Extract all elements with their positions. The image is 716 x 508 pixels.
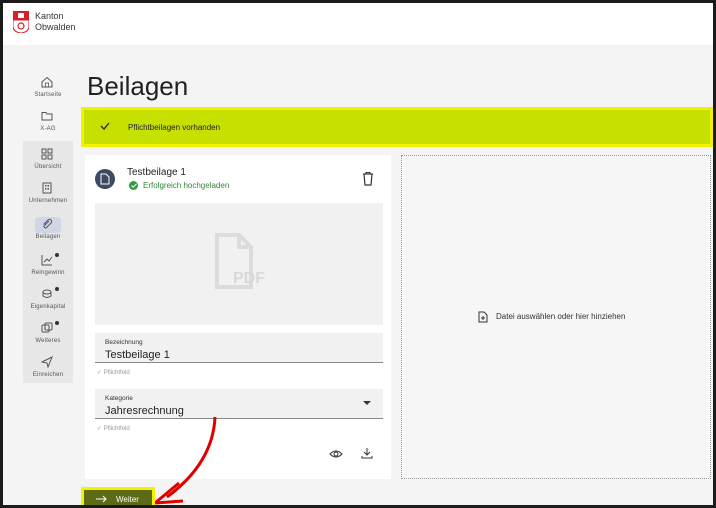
file-dropzone[interactable]: Datei auswählen oder hier hinziehen [401,155,711,479]
sidebar-item-label: Einreichen [32,372,64,378]
eye-icon[interactable] [329,449,343,459]
category-select[interactable]: Kategorie Jahresrechnung [95,389,383,419]
top-bar: Kanton Obwalden [3,3,713,45]
sidebar-item-label: Übersicht [34,164,62,170]
sidebar-item-reingewinn[interactable]: Reingewinn [23,251,73,285]
status-dot [55,287,59,291]
canton-line-2: Obwalden [35,22,76,32]
chart-icon [35,253,61,269]
building-icon [35,181,61,197]
name-field[interactable]: Bezeichnung Testbeilage 1 [95,333,383,363]
sidebar-item-label: Eigenkapital [30,304,66,310]
attachment-card: Testbeilage 1 Erfolgreich hochgeladen PD… [85,155,391,479]
sidebar-item-x-ag[interactable]: X-AG [23,107,73,141]
sidebar-item-uebersicht[interactable]: Übersicht [23,145,73,179]
hint-text: Pflichtfeld [103,370,130,376]
status-dot [55,321,59,325]
caret-down-icon [363,401,371,405]
status-dot [55,253,59,257]
status-banner: Pflichtbeilagen vorhanden [81,107,713,147]
sidebar-item-label: Startseite [34,92,62,98]
name-field-hint: ✓ Pflichtfeld [97,370,130,376]
next-button[interactable]: Weiter [81,487,155,505]
hint-text: Pflichtfeld [103,426,130,432]
next-button-label: Weiter [116,495,139,504]
sidebar: Startseite X-AG Übersicht Unternehmen Be [23,53,73,383]
page-title: Beilagen [87,71,189,101]
home-icon [35,75,61,91]
name-field-value: Testbeilage 1 [105,349,170,361]
sidebar-item-label: Beilagen [35,234,61,240]
cards-icon [35,321,61,337]
annotation-arrow [154,416,217,505]
category-label: Kategorie [105,395,133,402]
category-field-hint: ✓ Pflichtfeld [97,426,130,432]
sidebar-item-eigenkapital[interactable]: Eigenkapital [23,285,73,319]
canton-logo [13,11,29,33]
check-circle-icon [129,181,138,190]
pdf-icon: PDF [215,233,265,289]
file-icon [95,169,115,189]
arrow-right-icon [96,495,107,503]
upload-status: Erfolgreich hochgeladen [143,181,230,190]
sidebar-item-beilagen[interactable]: Beilagen [23,215,73,249]
name-field-label: Bezeichnung [105,339,143,346]
download-icon[interactable] [361,447,373,459]
sidebar-item-startseite[interactable]: Startseite [23,73,73,107]
grid-icon [35,147,61,163]
file-preview: PDF [95,203,383,325]
sidebar-item-label: X-AG [40,126,56,132]
sidebar-item-einreichen[interactable]: Einreichen [23,353,73,387]
send-icon [35,355,61,371]
file-add-icon [478,311,488,323]
app-window: Kanton Obwalden Startseite X-AG Übersich… [3,3,713,505]
attachment-title: Testbeilage 1 [127,167,186,178]
dropzone-text: Datei auswählen oder hier hinziehen [496,312,626,321]
delete-icon[interactable] [361,171,375,187]
canton-name: Kanton Obwalden [35,11,76,33]
sidebar-item-label: Unternehmen [28,198,68,204]
canton-line-1: Kanton [35,11,64,21]
folder-icon [35,109,61,125]
pdf-label: PDF [233,270,265,287]
sidebar-item-unternehmen[interactable]: Unternehmen [23,179,73,213]
banner-text: Pflichtbeilagen vorhanden [128,123,221,132]
coins-icon [35,287,61,303]
sidebar-item-label: Reingewinn [31,270,65,276]
sidebar-item-weiteres[interactable]: Weiteres [23,319,73,353]
sidebar-item-label: Weiteres [35,338,61,344]
check-icon [100,122,110,130]
paperclip-icon [35,217,61,233]
